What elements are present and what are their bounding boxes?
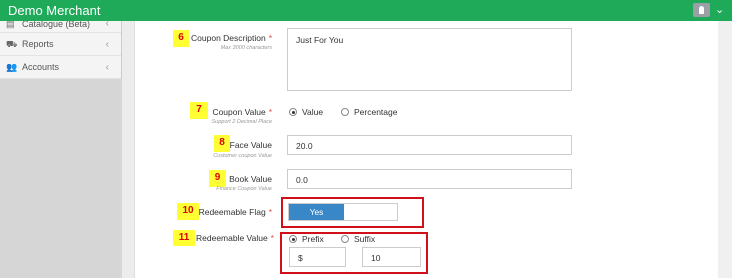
prefix-radio[interactable] (289, 235, 297, 243)
coupon-description-label: Coupon Description * (191, 33, 272, 43)
value-radio[interactable] (289, 108, 297, 116)
sidebar-item-label: Catalogue (Beta) (22, 21, 91, 29)
suffix-radio[interactable] (341, 235, 349, 243)
chevron-left-icon: ‹ (105, 21, 109, 29)
user-avatar-icon[interactable] (693, 3, 710, 17)
annotation-badge: 6 (173, 30, 189, 47)
chevron-left-icon: ‹ (105, 39, 109, 50)
sidebar-item-label: Reports (22, 39, 54, 49)
face-value-label: Face Value (229, 140, 272, 150)
coupon-value-hint: Support 2 Decimal Place (211, 119, 272, 125)
scrollbar[interactable] (718, 21, 732, 278)
book-value-input[interactable]: 0.0 (287, 169, 572, 189)
face-value-hint: Customer coupon Value (213, 153, 272, 159)
book-value-label: Book Value (229, 174, 272, 184)
redeemable-symbol-input[interactable]: $ (289, 247, 346, 267)
redeemable-flag-label: Redeemable Flag * (198, 207, 272, 217)
coupon-description-hint: Max 3000 characters (220, 45, 272, 51)
prefix-radio-label[interactable]: Prefix (302, 234, 324, 244)
annotation-badge: 11 (173, 230, 195, 246)
suffix-radio-label[interactable]: Suffix (354, 234, 375, 244)
redeemable-value-label: Redeemable Value * (196, 233, 274, 243)
app-title: Demo Merchant (8, 3, 101, 18)
users-icon: 👥 (6, 62, 18, 72)
sidebar: ▤ Catalogue (Beta) ‹ ⛟ Reports ‹ 👥 Accou… (0, 21, 122, 278)
redeemable-amount-input[interactable]: 10 (362, 247, 421, 267)
sidebar-item-label: Accounts (22, 62, 60, 72)
chevron-left-icon: ‹ (105, 62, 109, 73)
cart-icon: ⛟ (6, 39, 18, 49)
sidebar-gutter (122, 21, 134, 278)
percentage-radio-label[interactable]: Percentage (354, 107, 397, 117)
coupon-value-label: Coupon Value * (212, 107, 272, 117)
percentage-radio[interactable] (341, 108, 349, 116)
catalogue-icon: ▤ (6, 21, 15, 29)
sidebar-item-reports[interactable]: ⛟ Reports ‹ (0, 33, 121, 56)
toggle-yes[interactable]: Yes (289, 204, 344, 220)
book-value-hint: Finance Coupon Value (216, 186, 272, 192)
sidebar-item-accounts[interactable]: 👥 Accounts ‹ (0, 56, 121, 79)
chevron-down-icon[interactable]: ⌄ (715, 3, 724, 16)
sidebar-item-catalogue[interactable]: ▤ Catalogue (Beta) ‹ (0, 21, 121, 33)
value-radio-label[interactable]: Value (302, 107, 323, 117)
redeemable-flag-toggle[interactable]: Yes (288, 203, 398, 221)
coupon-description-field[interactable]: Just For You (287, 28, 572, 91)
face-value-input[interactable]: 20.0 (287, 135, 572, 155)
top-bar: Demo Merchant ⌄ (0, 0, 732, 21)
